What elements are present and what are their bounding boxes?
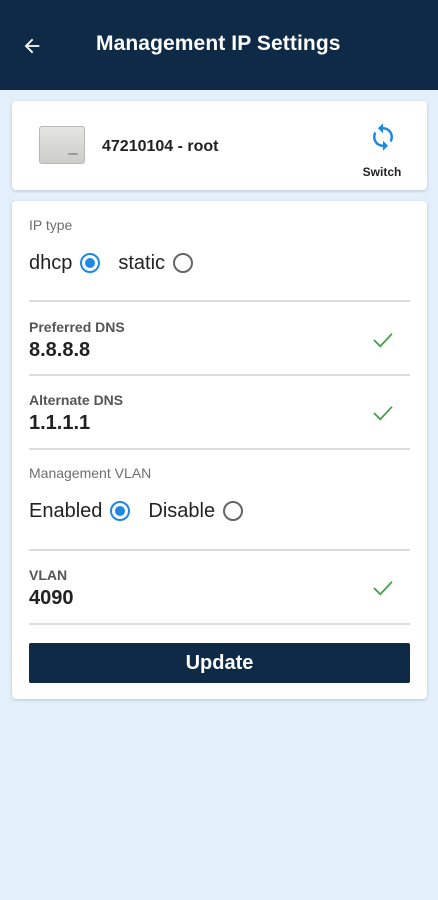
back-button[interactable]: [14, 28, 50, 64]
divider: [29, 448, 410, 450]
management-vlan-radio-group: Enabled Disable: [29, 497, 261, 525]
device-card: 47210104 - root Switch: [12, 101, 427, 190]
vlan-value: 4090: [29, 587, 74, 609]
divider: [29, 374, 410, 376]
preferred-dns-label: Preferred DNS: [29, 319, 125, 335]
enabled-radio[interactable]: [110, 501, 131, 521]
alternate-dns-label: Alternate DNS: [29, 392, 124, 408]
enabled-option-label: Enabled: [29, 499, 103, 522]
static-radio[interactable]: [173, 253, 194, 273]
ip-type-label: IP type: [29, 217, 73, 233]
vlan-label: VLAN: [29, 567, 68, 583]
settings-form: IP type dhcp static Preferred DNS 8.8.8.…: [12, 201, 427, 699]
check-icon: [373, 333, 393, 348]
page-title: Management IP Settings: [96, 32, 341, 55]
dhcp-radio[interactable]: [80, 253, 101, 273]
switch-device-button[interactable]: Switch: [348, 119, 416, 181]
refresh-icon: [373, 123, 393, 151]
divider: [29, 300, 410, 302]
check-icon: [373, 406, 393, 421]
management-vlan-label: Management VLAN: [29, 465, 152, 481]
dhcp-option-label: dhcp: [29, 251, 73, 274]
preferred-dns-value: 8.8.8.8: [29, 339, 91, 361]
ip-type-radio-group: dhcp static: [29, 249, 211, 277]
device-image: [39, 126, 85, 164]
divider: [29, 623, 410, 625]
alternate-dns-value: 1.1.1.1: [29, 412, 91, 434]
disable-option-label: Disable: [148, 499, 216, 522]
static-option-label: static: [118, 251, 166, 274]
divider: [29, 549, 410, 551]
disable-radio[interactable]: [223, 501, 244, 521]
arrow-left-icon: [24, 38, 40, 54]
app-bar: Management IP Settings: [0, 0, 438, 90]
device-name: 47210104 - root: [102, 138, 219, 155]
check-icon: [373, 581, 393, 596]
update-button[interactable]: Update: [29, 643, 410, 683]
switch-label: Switch: [362, 165, 402, 179]
